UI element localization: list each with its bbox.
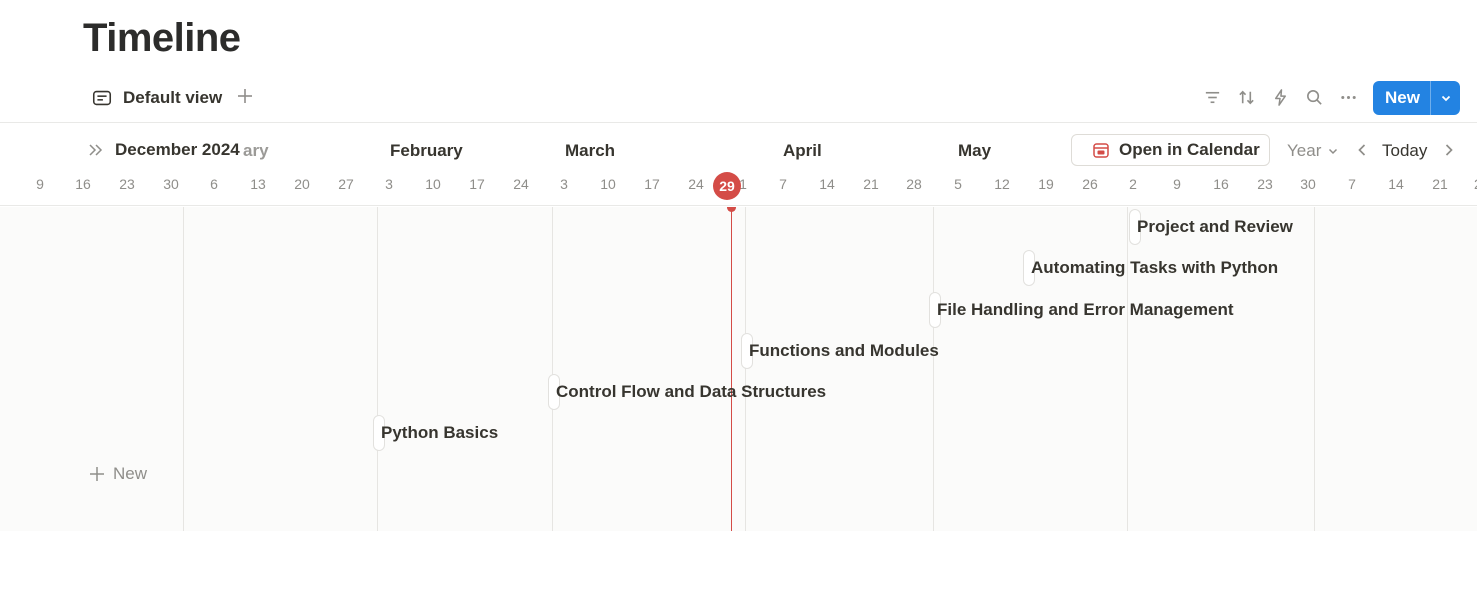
timeline-item[interactable]: Automating Tasks with Python (1023, 249, 1278, 287)
timeline-item-title: Python Basics (381, 423, 499, 442)
day-label: 9 (36, 176, 44, 192)
day-label: 17 (644, 176, 660, 192)
month-boundary-line (377, 207, 378, 531)
day-label: 20 (294, 176, 310, 192)
day-label: 7 (779, 176, 787, 192)
table-view-icon (92, 90, 112, 106)
open-calendar-label: Open in Calendar (1119, 140, 1260, 159)
calendar-icon (1093, 143, 1109, 158)
timeline-item[interactable]: Project and Review (1129, 208, 1293, 246)
current-month: December 2024 (115, 140, 242, 160)
timeline-item[interactable]: Control Flow and Data Structures (548, 373, 826, 411)
day-label: 2 (1129, 176, 1137, 192)
day-label: 14 (1388, 176, 1404, 192)
plus-icon (90, 467, 104, 481)
month-boundary-line (552, 207, 553, 531)
day-label: 23 (1257, 176, 1273, 192)
new-page-button[interactable]: New (1373, 80, 1460, 115)
add-new-label: New (113, 464, 148, 483)
more-options-button[interactable] (1331, 84, 1365, 112)
day-label: 28 (906, 176, 922, 192)
day-label: 24 (513, 176, 529, 192)
search-button[interactable] (1297, 84, 1331, 112)
today-button[interactable]: Today (1382, 141, 1427, 161)
day-label: 3 (385, 176, 393, 192)
day-label: 21 (863, 176, 879, 192)
day-label: 24 (688, 176, 704, 192)
day-label: 5 (954, 176, 962, 192)
timeline-header: December 2024 ary February March April M… (0, 123, 1477, 206)
month-boundary-line (1314, 207, 1315, 531)
day-label: 13 (250, 176, 266, 192)
timeline-item-title: Functions and Modules (749, 341, 939, 360)
day-label: 10 (425, 176, 441, 192)
chevron-down-icon (1441, 95, 1450, 101)
new-options-button[interactable] (1430, 80, 1460, 115)
month-label: March (565, 141, 616, 160)
today-line (731, 207, 732, 531)
day-label: 27 (338, 176, 354, 192)
day-label: 9 (1173, 176, 1181, 192)
sort-icon (1238, 90, 1254, 105)
day-label: 19 (1038, 176, 1054, 192)
timescale-select[interactable]: Year (1287, 141, 1339, 161)
timescale-value: Year (1287, 141, 1322, 160)
today-marker: 29 (713, 172, 741, 200)
month-label: February (390, 141, 463, 160)
more-icon (1340, 95, 1356, 100)
chevron-left-icon[interactable] (1352, 140, 1372, 160)
timeline-item-title: Project and Review (1137, 217, 1293, 236)
open-in-calendar-button[interactable]: Open in Calendar (1071, 134, 1270, 166)
timeline-item[interactable]: File Handling and Error Management (929, 291, 1234, 329)
collapse-sidebar-icon[interactable] (86, 140, 106, 160)
search-icon (1306, 90, 1322, 105)
day-label: 23 (119, 176, 135, 192)
day-label: 16 (75, 176, 91, 192)
new-button-label[interactable]: New (1373, 81, 1430, 115)
day-label: 30 (1300, 176, 1316, 192)
day-label: 26 (1082, 176, 1098, 192)
day-label: 30 (163, 176, 179, 192)
month-label: ary (243, 141, 269, 160)
filter-button[interactable] (1195, 84, 1229, 112)
timeline-grid: Project and Review Automating Tasks with… (0, 207, 1477, 531)
timeline-item[interactable]: Python Basics (373, 414, 498, 452)
timeline-item-title: Automating Tasks with Python (1031, 258, 1279, 277)
timeline-item-title: File Handling and Error Management (937, 300, 1234, 319)
page-title: Timeline (83, 16, 241, 60)
chevron-down-icon (1329, 148, 1338, 155)
day-label: 12 (994, 176, 1010, 192)
automation-button[interactable] (1263, 84, 1297, 112)
database-toolbar: New (1195, 80, 1460, 115)
sort-button[interactable] (1229, 84, 1263, 112)
month-boundary-line (183, 207, 184, 531)
day-label: 6 (210, 176, 218, 192)
day-label: 14 (819, 176, 835, 192)
add-new-item-button[interactable]: New (89, 464, 147, 484)
day-label: 17 (469, 176, 485, 192)
timeline-item-title: Control Flow and Data Structures (556, 382, 827, 401)
month-label: May (958, 141, 992, 160)
day-label: 16 (1213, 176, 1229, 192)
timeline-item[interactable]: Functions and Modules (741, 332, 939, 370)
month-label: April (783, 141, 822, 160)
day-label: 10 (600, 176, 616, 192)
tab-default-view[interactable]: Default view (91, 84, 222, 112)
day-label: 7 (1348, 176, 1356, 192)
add-view-button[interactable] (234, 85, 256, 107)
chevron-right-icon[interactable] (1439, 140, 1459, 160)
filter-icon (1205, 91, 1219, 104)
view-tab-label: Default view (123, 88, 223, 107)
day-label: 3 (560, 176, 568, 192)
today-dot (727, 207, 736, 212)
day-label: 21 (1432, 176, 1448, 192)
plus-icon (238, 89, 252, 103)
lightning-icon (1274, 89, 1286, 106)
